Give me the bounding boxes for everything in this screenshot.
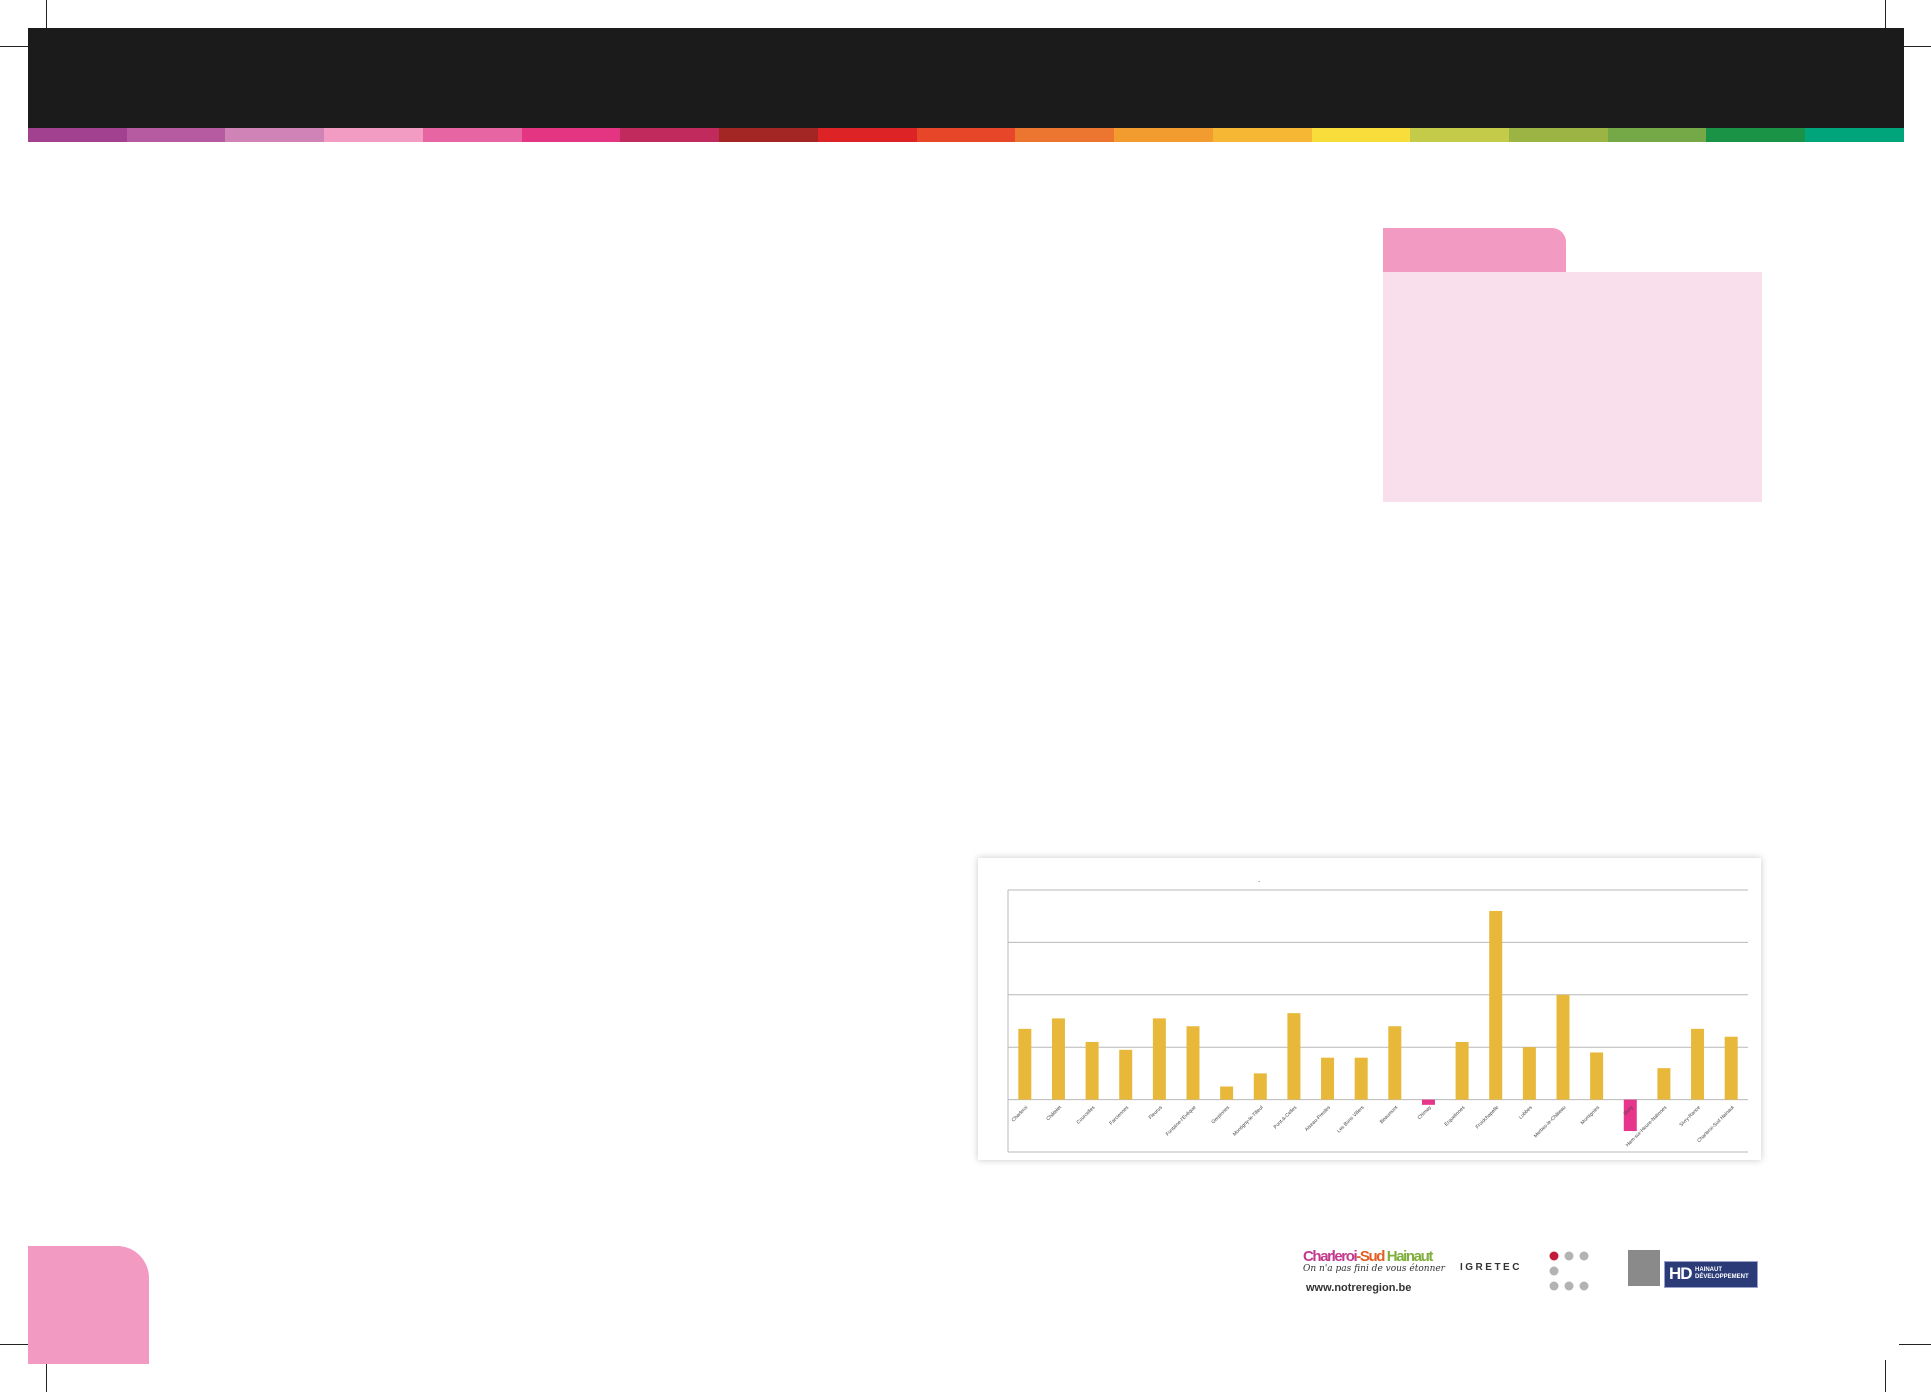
bar <box>1556 994 1570 1100</box>
bar <box>1455 1041 1469 1100</box>
x-tick-label: Les Bons Villers <box>1336 1104 1366 1134</box>
x-tick-label: Chimay <box>1417 1104 1434 1121</box>
x-tick-label: Sivry-Rance <box>1678 1105 1702 1129</box>
x-tick-label: Momignies <box>1580 1104 1602 1126</box>
color-strip-segment <box>1015 128 1115 142</box>
bar <box>1590 1052 1604 1100</box>
color-strip-segment <box>225 128 325 142</box>
website-link[interactable]: www.notreregion.be <box>1306 1282 1411 1294</box>
bar <box>1018 1028 1032 1100</box>
logo-text-part: -Sud <box>1356 1248 1387 1265</box>
bar <box>1152 1018 1166 1100</box>
chart-card: . Charleroi Châtelet Courcelles Farciennes Fl… <box>978 858 1761 1160</box>
crop-mark <box>1899 1344 1931 1345</box>
x-tick-label: Charleroi-Sud Hainaut <box>1696 1104 1736 1144</box>
hd-line: HAINAUT <box>1695 1267 1722 1273</box>
bar <box>1354 1057 1368 1100</box>
color-strip-segment <box>28 128 127 142</box>
bar <box>1724 1036 1738 1100</box>
x-tick-label: Aiseau-Presles <box>1304 1104 1332 1132</box>
color-strip-segment <box>719 128 818 142</box>
color-strip-segment <box>1410 128 1510 142</box>
igretec-logo: IGRETEC <box>1460 1262 1522 1273</box>
bar <box>1489 910 1503 1100</box>
color-strip-segment <box>1607 128 1707 142</box>
x-tick-label: Montigny-le-Tilleul <box>1232 1105 1265 1138</box>
color-strip-segment <box>1311 128 1411 142</box>
hd-mark: HD <box>1669 1264 1693 1283</box>
bar <box>1388 1026 1402 1100</box>
color-strip-segment <box>1805 128 1904 142</box>
hainaut-developpement-logo: HD HAINAUT DÉVELOPPEMENT <box>1664 1261 1758 1288</box>
chart-title: . <box>1258 875 1260 884</box>
partner-logos: Charleroi-Sud Hainaut On n'a pas fini de… <box>1300 1240 1770 1300</box>
igretec-dots-icon <box>1549 1251 1589 1291</box>
bar <box>1657 1068 1671 1100</box>
hd-text: HAINAUT DÉVELOPPEMENT <box>1695 1267 1749 1281</box>
bar <box>1287 1013 1301 1100</box>
bar <box>1253 1073 1267 1100</box>
bar-chart: . Charleroi Châtelet Courcelles Farciennes Fl… <box>1007 875 1748 1153</box>
logo-text-part: Charleroi <box>1303 1248 1358 1265</box>
x-tick-label: Erquelinnes <box>1444 1104 1467 1127</box>
x-tick-label: Beaumont <box>1379 1104 1400 1125</box>
color-strip-segment <box>620 128 720 142</box>
info-box-tab <box>1383 228 1566 274</box>
color-strip-segment <box>1706 128 1806 142</box>
crop-mark <box>46 1360 47 1392</box>
bar <box>1220 1086 1234 1100</box>
color-strip-segment <box>1114 128 1213 142</box>
x-tick-label: Froidchapelle <box>1475 1105 1501 1131</box>
x-tick-label: Courcelles <box>1076 1104 1097 1125</box>
charleroi-sud-hainaut-logo: Charleroi-Sud Hainaut <box>1303 1248 1434 1265</box>
bar <box>1085 1041 1099 1100</box>
bar <box>1051 1018 1065 1100</box>
color-strip-segment <box>817 128 917 142</box>
bar <box>1321 1057 1335 1100</box>
color-strip-segment <box>1212 128 1312 142</box>
color-strip-segment <box>916 128 1016 142</box>
color-strip-segment <box>324 128 423 142</box>
crop-mark <box>1885 1360 1886 1392</box>
province-hainaut-icon <box>1628 1250 1660 1286</box>
x-tick-label: Fleurus <box>1148 1104 1164 1120</box>
color-strip-segment <box>1509 128 1608 142</box>
color-strip-segment <box>126 128 226 142</box>
x-tick-label: Gerpinnes <box>1210 1104 1231 1125</box>
color-strip-segment <box>422 128 522 142</box>
x-tick-label: Charleroi <box>1011 1105 1030 1124</box>
logo-tagline: On n'a pas fini de vous étonner <box>1303 1264 1445 1274</box>
bar <box>1522 1047 1536 1100</box>
bar <box>1119 1049 1133 1100</box>
color-strip <box>28 128 1904 142</box>
info-box-panel <box>1383 272 1762 502</box>
logo-text-part: Hainaut <box>1386 1248 1434 1265</box>
page-number-tab <box>28 1246 149 1364</box>
x-tick-label: Merbes-le-Château <box>1533 1105 1568 1140</box>
bar <box>1691 1028 1705 1100</box>
color-strip-segment <box>521 128 621 142</box>
x-tick-label: Pont-à-Celles <box>1273 1104 1299 1130</box>
bar <box>1186 1026 1200 1100</box>
x-tick-label: Châtelet <box>1045 1104 1063 1122</box>
x-tick-label: Farciennes <box>1108 1104 1130 1126</box>
header-band <box>28 28 1904 128</box>
x-tick-label: Fontaine-l'Evêque <box>1165 1105 1198 1138</box>
x-tick-label: Lobbes <box>1518 1104 1534 1120</box>
hd-line: DÉVELOPPEMENT <box>1695 1274 1749 1280</box>
bar <box>1421 1099 1435 1105</box>
